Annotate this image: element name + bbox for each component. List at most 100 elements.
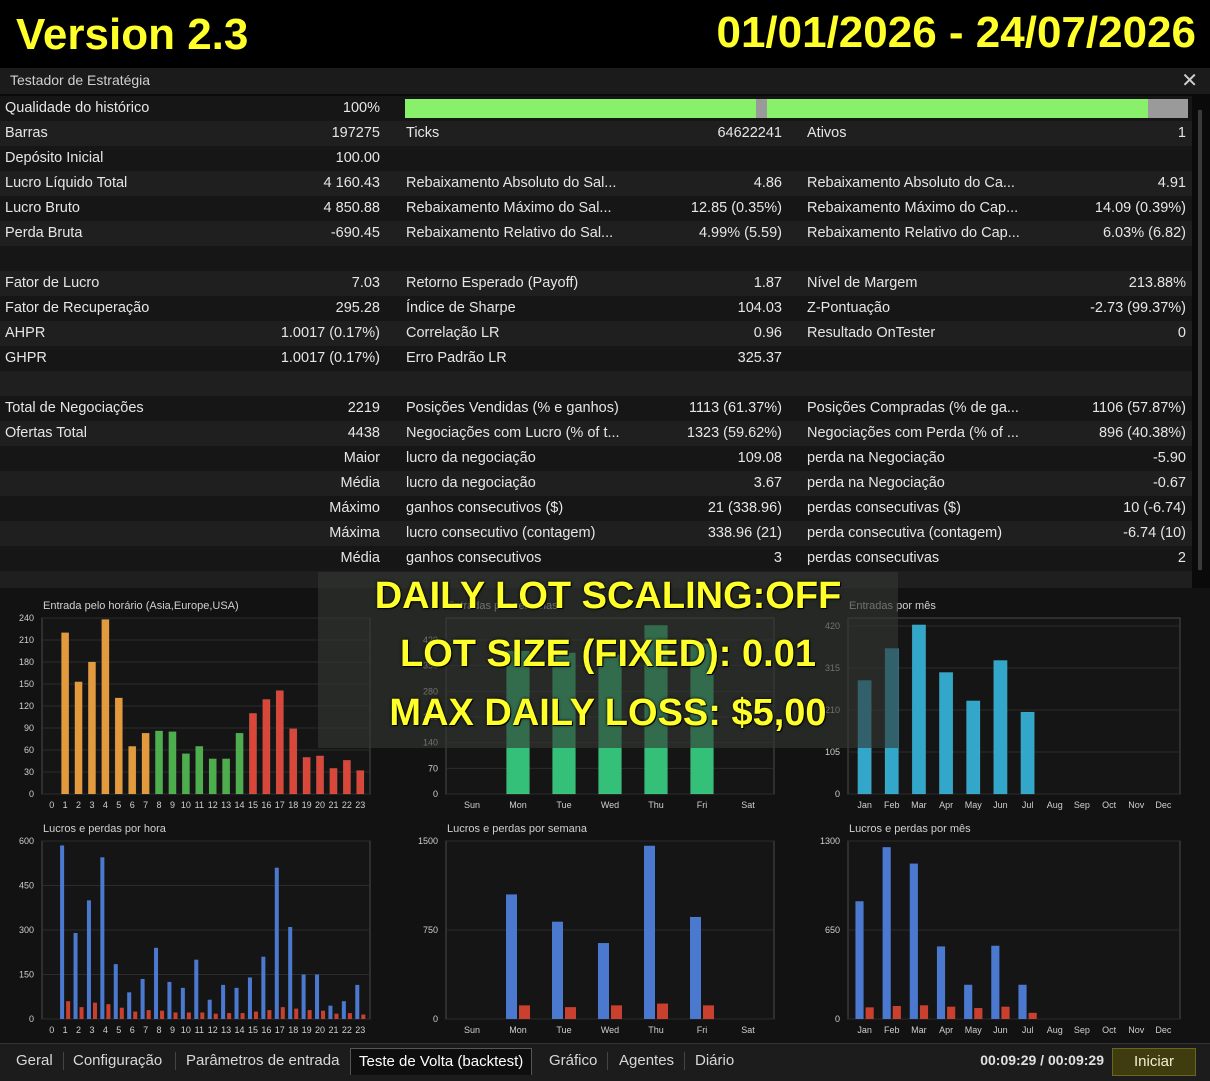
- bar: [101, 619, 110, 795]
- stat-label: perda na Negociação: [807, 475, 945, 491]
- bar-profit: [113, 964, 118, 1019]
- y-tick-label: 1300: [820, 836, 840, 846]
- stats-row: Fator de Lucro 7.03 Retorno Esperado (Payo…: [0, 271, 1192, 296]
- stat-value: 1106 (57.87%): [1091, 400, 1186, 416]
- x-tick-label: May: [965, 800, 983, 810]
- y-tick-label: 0: [29, 1014, 34, 1024]
- x-tick-label: Jun: [993, 800, 1008, 810]
- stats-row: Máximo ganhos consecutivos ($) 21 (338.96)…: [0, 496, 1192, 521]
- stats-row: Ofertas Total 4438 Negociações com Lucro (…: [0, 421, 1192, 446]
- x-tick-label: Dec: [1155, 1025, 1172, 1035]
- stat-label: Ticks: [406, 125, 440, 141]
- bar: [262, 699, 271, 795]
- bar-profit: [909, 863, 918, 1019]
- bar: [114, 697, 123, 795]
- bar: [275, 690, 284, 795]
- bar-profit: [207, 999, 212, 1019]
- stat-value: 10 (-6.74): [1123, 500, 1186, 516]
- x-tick-label: Thu: [648, 800, 664, 810]
- stat-value: 896 (40.38%): [1098, 425, 1186, 441]
- stat-label: Retorno Esperado (Payoff): [406, 275, 579, 291]
- y-tick-label: 1500: [418, 836, 438, 846]
- stat-value: 213.88%: [1128, 275, 1186, 291]
- tab-agentes[interactable]: Agentes: [611, 1048, 682, 1074]
- x-tick-label: 12: [208, 1025, 218, 1035]
- tab-backtest[interactable]: Teste de Volta (backtest): [350, 1048, 533, 1075]
- stats-row: Lucro Líquido Total 4 160.43 Rebaixamento …: [0, 171, 1192, 196]
- bar-loss: [361, 1014, 366, 1019]
- chart-pl-by-month: Lucros e perdas por mês 0 650 1300 Jan Feb Mar…: [806, 819, 1210, 1041]
- bar: [235, 732, 244, 795]
- y-tick-label: 210: [19, 635, 34, 645]
- tab-geral[interactable]: Geral: [8, 1048, 61, 1074]
- x-tick-label: Jan: [857, 800, 872, 810]
- stat-value: 7.03: [351, 275, 380, 291]
- stat-label: Índice de Sharpe: [406, 300, 516, 316]
- x-tick-label: Sat: [741, 1025, 755, 1035]
- stat-label: Erro Padrão LR: [406, 350, 507, 366]
- y-tick-label: 150: [19, 679, 34, 689]
- stat-label: Rebaixamento Absoluto do Ca...: [807, 175, 1015, 191]
- y-tick-label: 60: [24, 745, 34, 755]
- bar-loss: [1001, 1006, 1010, 1019]
- stat-value: 4.91: [1157, 175, 1186, 191]
- x-tick-label: 6: [130, 1025, 135, 1035]
- tab-configuracao[interactable]: Configuração: [65, 1048, 170, 1074]
- y-tick-label: 105: [825, 747, 840, 757]
- x-tick-label: 17: [275, 1025, 285, 1035]
- bar-profit: [154, 947, 159, 1019]
- quality-value: 100%: [342, 100, 380, 116]
- bar: [966, 700, 981, 795]
- bar-profit: [936, 946, 946, 1019]
- tab-grafico[interactable]: Gráfico: [541, 1048, 605, 1074]
- bar-loss: [892, 1005, 901, 1019]
- stat-value: Máximo: [329, 500, 380, 516]
- banner: Version 2.3 01/01/2026 - 24/07/2026: [0, 0, 1210, 68]
- tab-diario[interactable]: Diário: [687, 1048, 742, 1074]
- close-icon[interactable]: ✕: [1181, 68, 1198, 93]
- chart-svg: Lucros e perdas por mês 0 650 1300 Jan Feb Mar…: [820, 823, 1181, 1035]
- stat-label: Posições Vendidas (% e ganhos): [406, 400, 619, 416]
- tab-parametros[interactable]: Parâmetros de entrada: [178, 1048, 347, 1074]
- bar-loss: [294, 1008, 299, 1019]
- x-tick-label: 16: [261, 800, 271, 810]
- x-tick-label: 2: [76, 1025, 81, 1035]
- bar-profit: [644, 845, 655, 1019]
- bar-loss: [240, 1013, 245, 1019]
- bar-profit: [855, 901, 864, 1019]
- bar: [61, 632, 70, 795]
- start-button[interactable]: Iniciar: [1112, 1048, 1196, 1076]
- vertical-scrollbar[interactable]: [1198, 110, 1202, 570]
- x-tick-label: 21: [328, 800, 338, 810]
- y-tick-label: 30: [24, 767, 34, 777]
- bar-loss: [160, 1010, 165, 1019]
- bar-loss: [213, 1013, 218, 1019]
- x-tick-label: Jul: [1022, 1025, 1034, 1035]
- x-tick-label: Sun: [464, 1025, 480, 1035]
- x-tick-label: Dec: [1155, 800, 1172, 810]
- stat-value: Média: [340, 475, 381, 491]
- bar-loss: [565, 1007, 576, 1019]
- x-tick-label: 7: [143, 1025, 148, 1035]
- bar-profit: [301, 974, 306, 1019]
- x-tick-label: 9: [170, 1025, 175, 1035]
- x-tick-label: Nov: [1128, 800, 1145, 810]
- stats-table: Qualidade do histórico 100% Barras 197275…: [0, 96, 1192, 596]
- bar: [939, 672, 954, 795]
- x-tick-label: 18: [288, 800, 298, 810]
- x-tick-label: 13: [221, 1025, 231, 1035]
- stats-row: GHPR 1.0017 (0.17%) Erro Padrão LR 325.37: [0, 346, 1192, 371]
- stat-value: Média: [340, 550, 381, 566]
- version-label: Version 2.3: [16, 10, 249, 59]
- bar-profit: [991, 945, 1000, 1019]
- chart-pl-by-hour: Lucros e perdas por hora 0 150 300 450 600 0 1 2…: [0, 819, 400, 1041]
- stat-value: -690.45: [330, 225, 380, 241]
- y-tick-label: 240: [19, 613, 34, 623]
- y-tick-label: 120: [19, 701, 34, 711]
- y-tick-label: 90: [24, 723, 34, 733]
- stat-label: perdas consecutivas: [807, 550, 940, 566]
- x-tick-label: Thu: [648, 1025, 664, 1035]
- stat-value: 295.28: [335, 300, 380, 316]
- x-tick-label: 8: [157, 800, 162, 810]
- chart-svg: Lucros e perdas por semana 0 750 1500 Sun Mon…: [418, 823, 775, 1035]
